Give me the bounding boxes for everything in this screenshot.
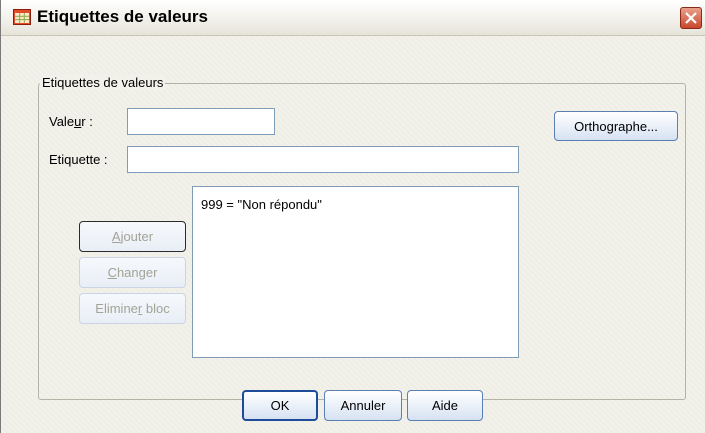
etiquette-label: Etiquette :	[49, 152, 108, 167]
dialog-window: Etiquettes de valeurs Etiquettes de vale…	[0, 0, 705, 433]
valeur-label: Valeur :	[49, 114, 93, 129]
annuler-button[interactable]: Annuler	[324, 390, 402, 421]
changer-button[interactable]: Changer	[79, 257, 186, 288]
ajouter-button[interactable]: Ajouter	[79, 221, 186, 252]
list-item[interactable]: 999 = "Non répondu"	[201, 197, 510, 212]
close-x-icon	[685, 12, 697, 24]
grid-table-icon	[13, 9, 31, 25]
eliminer-bloc-button[interactable]: Eliminer bloc	[79, 293, 186, 324]
group-legend: Etiquettes de valeurs	[40, 75, 166, 90]
title-bar[interactable]: Etiquettes de valeurs	[1, 0, 705, 36]
window-title: Etiquettes de valeurs	[37, 7, 209, 26]
eliminer-label: Eliminer bloc	[95, 301, 170, 316]
ok-button[interactable]: OK	[242, 390, 318, 421]
ajouter-label: Ajouter	[111, 229, 154, 244]
close-button[interactable]	[680, 7, 702, 29]
etiquette-input[interactable]	[127, 146, 519, 173]
value-labels-list[interactable]: 999 = "Non répondu"	[192, 186, 519, 358]
valeur-input[interactable]	[127, 108, 275, 135]
aide-button[interactable]: Aide	[407, 390, 483, 421]
orthographe-button[interactable]: Orthographe...	[554, 111, 678, 141]
changer-label: Changer	[107, 265, 158, 280]
